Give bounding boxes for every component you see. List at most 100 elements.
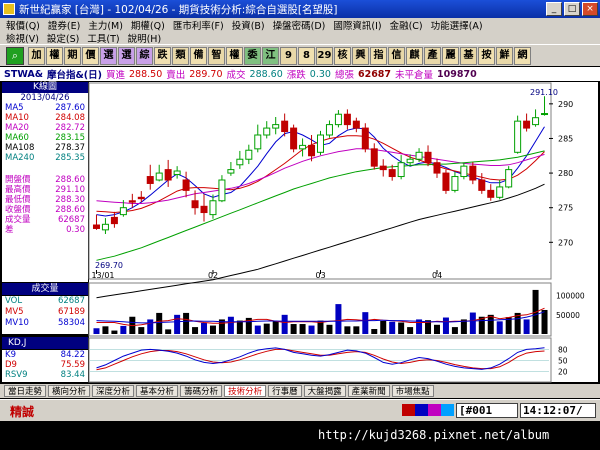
menu-item-r2-0[interactable]: 檢視(V) xyxy=(6,31,39,45)
kd-panel-frame xyxy=(88,337,552,383)
candle-body xyxy=(406,158,414,164)
toolbar-button-23[interactable]: 麗 xyxy=(442,46,459,65)
menu-item-8[interactable]: 金融(C) xyxy=(390,18,423,32)
y-tick-label: 290 xyxy=(558,100,573,109)
minimize-button[interactable]: _ xyxy=(546,2,562,16)
volume-bar xyxy=(433,324,440,334)
toolbar-button-3[interactable]: 價 xyxy=(82,46,99,65)
volume-bar xyxy=(496,321,503,334)
toolbar-button-27[interactable]: 網 xyxy=(514,46,531,65)
candle-body xyxy=(272,124,280,129)
volume-bar xyxy=(290,324,297,334)
toolbar-button-10[interactable]: 智 xyxy=(208,46,225,65)
toolbar-button-1[interactable]: 權 xyxy=(46,46,63,65)
volume-bar xyxy=(120,325,127,334)
candle-body xyxy=(469,165,477,181)
toolbar-button-11[interactable]: 權 xyxy=(226,46,243,65)
candle-body xyxy=(191,200,199,209)
toolbar-button-17[interactable]: 核 xyxy=(334,46,351,65)
toolbar-button-15[interactable]: 8 xyxy=(298,46,315,65)
close-button[interactable]: × xyxy=(582,2,598,16)
candle-body xyxy=(227,169,235,174)
menu-item-6[interactable]: 操盤密碼(D) xyxy=(273,18,326,32)
price-chart[interactable]: 27027528028529013/01 02 03 04291.10269.7010… xyxy=(0,82,600,384)
tab-9[interactable]: 市場焦點 xyxy=(391,385,434,397)
menu-item-0[interactable]: 報價(Q) xyxy=(6,18,40,32)
volume-bar xyxy=(254,325,261,334)
toolbar-button-12[interactable]: 委 xyxy=(244,46,261,65)
toolbar-button-8[interactable]: 類 xyxy=(172,46,189,65)
color-strip[interactable] xyxy=(402,404,454,416)
candle-body xyxy=(119,207,127,216)
menu-item-3[interactable]: 期權(Q) xyxy=(131,18,165,32)
toolbar-button-5[interactable]: 選 xyxy=(118,46,135,65)
menu-item-2[interactable]: 主力(M) xyxy=(88,18,123,32)
menu-item-9[interactable]: 功能選擇(A) xyxy=(431,18,483,32)
color-swatch[interactable] xyxy=(428,404,441,416)
toolbar-button-20[interactable]: 信 xyxy=(388,46,405,65)
menu-item-5[interactable]: 投資(B) xyxy=(232,18,265,32)
toolbar-button-16[interactable]: 29 xyxy=(316,46,333,65)
volume-value: 62687 xyxy=(357,68,392,80)
toolbar-button-24[interactable]: 基 xyxy=(460,46,477,65)
candle-body xyxy=(361,127,369,150)
candle-body xyxy=(209,200,217,216)
volume-bar xyxy=(102,326,109,334)
volume-bar xyxy=(156,312,163,334)
candle-body xyxy=(101,223,109,231)
toolbar-button-4[interactable]: 選 xyxy=(100,46,117,65)
volume-bar xyxy=(201,322,208,334)
tab-5[interactable]: 技術分析 xyxy=(224,385,267,397)
tab-3[interactable]: 基本分析 xyxy=(136,385,179,397)
volume-bar xyxy=(371,329,378,334)
toolbar-button-21[interactable]: 麒 xyxy=(406,46,423,65)
y-tick-label: 280 xyxy=(558,169,573,178)
x-tick-label: 03 xyxy=(316,271,326,280)
candle-body xyxy=(236,158,244,166)
volume-bar xyxy=(326,324,333,334)
toolbar-button-26[interactable]: 鮮 xyxy=(496,46,513,65)
tab-1[interactable]: 橫向分析 xyxy=(48,385,91,397)
menu-item-7[interactable]: 國際資訊(I) xyxy=(333,18,381,32)
color-swatch[interactable] xyxy=(441,404,454,416)
toolbar-button-9[interactable]: 備 xyxy=(190,46,207,65)
quote-bar: STWA& 摩台指&(日) 買進 288.50 賣出 289.70 成交 288… xyxy=(0,67,600,81)
tab-8[interactable]: 產業新聞 xyxy=(347,385,390,397)
volume-bar xyxy=(147,319,154,334)
tab-6[interactable]: 行事曆 xyxy=(268,385,302,397)
volume-bar xyxy=(442,317,449,334)
toolbar-button-22[interactable]: 產 xyxy=(424,46,441,65)
candle-body xyxy=(388,169,396,178)
menu-item-1[interactable]: 證券(E) xyxy=(48,18,80,32)
toolbar-button-19[interactable]: 指 xyxy=(370,46,387,65)
toolbar-button-14[interactable]: 9 xyxy=(280,46,297,65)
menu-item-r2-3[interactable]: 說明(H) xyxy=(128,31,162,45)
mv5-line xyxy=(96,307,545,327)
toolbar-button-6[interactable]: 綜 xyxy=(136,46,153,65)
search-icon[interactable]: ⌕ xyxy=(6,47,24,65)
toolbar-button-25[interactable]: 按 xyxy=(478,46,495,65)
bid-value: 288.50 xyxy=(129,68,163,80)
oi-value: 109870 xyxy=(437,68,477,80)
toolbar-button-2[interactable]: 期 xyxy=(64,46,81,65)
tab-7[interactable]: 大盤揭露 xyxy=(303,385,346,397)
toolbar-button-0[interactable]: 加 xyxy=(28,46,45,65)
tab-2[interactable]: 深度分析 xyxy=(92,385,135,397)
color-swatch[interactable] xyxy=(402,404,415,416)
toolbar-button-13[interactable]: 江 xyxy=(262,46,279,65)
tab-0[interactable]: 當日走勢 xyxy=(4,385,47,397)
menu-item-4[interactable]: 匯市利率(F) xyxy=(173,18,224,32)
last-label: 成交 xyxy=(226,70,246,81)
menu-item-r2-2[interactable]: 工具(T) xyxy=(87,31,119,45)
window-title: 新世紀贏家 [台灣] - 102/04/26 - 期貨技術分析:綜合自選股[名望… xyxy=(19,3,338,16)
candle-body xyxy=(92,224,100,229)
clock-field: 14:12:07/ xyxy=(520,403,596,418)
color-swatch[interactable] xyxy=(415,404,428,416)
change-label: 漲跌 xyxy=(286,70,306,81)
maximize-button[interactable]: □ xyxy=(564,2,580,16)
tab-4[interactable]: 籌碼分析 xyxy=(180,385,223,397)
candle-body xyxy=(397,162,405,178)
toolbar-button-7[interactable]: 跌 xyxy=(154,46,171,65)
menu-item-r2-1[interactable]: 設定(S) xyxy=(47,31,79,45)
toolbar-button-18[interactable]: 興 xyxy=(352,46,369,65)
